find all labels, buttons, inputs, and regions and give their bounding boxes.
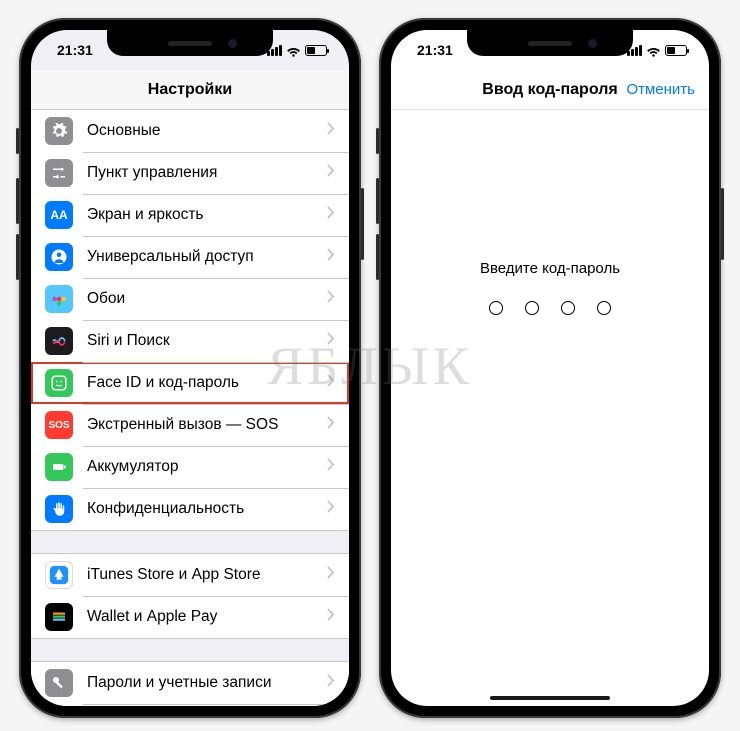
settings-row-itunes[interactable]: iTunes Store и App Store — [31, 554, 349, 596]
row-label: Siri и Поиск — [87, 332, 327, 350]
chevron-right-icon — [327, 374, 335, 392]
settings-row-control-center[interactable]: Пункт управления — [31, 152, 349, 194]
settings-row-faceid[interactable]: Face ID и код-пароль — [31, 362, 349, 404]
chevron-right-icon — [327, 566, 335, 584]
privacy-icon — [45, 495, 73, 523]
chevron-right-icon — [327, 122, 335, 140]
wallet-icon — [45, 603, 73, 631]
phone-left: 21:31 Настройки Основные Пункт управления… — [19, 18, 361, 718]
accounts-icon — [45, 669, 73, 697]
settings-row-battery[interactable]: Аккумулятор — [31, 446, 349, 488]
chevron-right-icon — [327, 500, 335, 518]
passcode-prompt: Введите код-пароль — [480, 260, 620, 277]
status-time: 21:31 — [417, 42, 453, 58]
settings-row-privacy[interactable]: Конфиденциальность — [31, 488, 349, 530]
settings-row-accounts[interactable]: Пароли и учетные записи — [31, 662, 349, 704]
chevron-right-icon — [327, 458, 335, 476]
passcode-dot — [489, 301, 503, 315]
passcode-dot — [525, 301, 539, 315]
passcode-dot — [561, 301, 575, 315]
row-label: Face ID и код-пароль — [87, 374, 327, 392]
passcode-area: Введите код-пароль — [391, 110, 709, 315]
display-icon: AA — [45, 201, 73, 229]
row-label: Основные — [87, 122, 327, 140]
settings-row-wallpaper[interactable]: Обои — [31, 278, 349, 320]
accessibility-icon — [45, 243, 73, 271]
row-label: Экстренный вызов — SOS — [87, 416, 327, 434]
general-icon — [45, 117, 73, 145]
settings-row-siri[interactable]: Siri и Поиск — [31, 320, 349, 362]
chevron-right-icon — [327, 674, 335, 692]
cancel-button[interactable]: Отменить — [626, 81, 695, 98]
faceid-icon — [45, 369, 73, 397]
row-label: Пароли и учетные записи — [87, 674, 327, 692]
row-label: iTunes Store и App Store — [87, 566, 327, 584]
battery-icon — [665, 45, 687, 56]
settings-list[interactable]: Основные Пункт управления AA Экран и яркост… — [31, 110, 349, 706]
row-label: Wallet и Apple Pay — [87, 608, 327, 626]
screen-settings: 21:31 Настройки Основные Пункт управления… — [31, 30, 349, 706]
passcode-dots — [489, 301, 611, 315]
navbar-settings: Настройки — [31, 70, 349, 110]
siri-icon — [45, 327, 73, 355]
settings-row-mail[interactable]: Почта — [31, 704, 349, 706]
screen-passcode: 21:31 Ввод код-пароля Отменить Введите к… — [391, 30, 709, 706]
status-time: 21:31 — [57, 42, 93, 58]
row-label: Аккумулятор — [87, 458, 327, 476]
row-label: Универсальный доступ — [87, 248, 327, 266]
chevron-right-icon — [327, 416, 335, 434]
chevron-right-icon — [327, 206, 335, 224]
chevron-right-icon — [327, 332, 335, 350]
chevron-right-icon — [327, 608, 335, 626]
home-indicator[interactable] — [490, 696, 610, 700]
chevron-right-icon — [327, 290, 335, 308]
chevron-right-icon — [327, 164, 335, 182]
settings-row-wallet[interactable]: Wallet и Apple Pay — [31, 596, 349, 638]
page-title: Настройки — [148, 81, 232, 99]
page-title: Ввод код-пароля — [482, 81, 617, 99]
settings-row-display[interactable]: AA Экран и яркость — [31, 194, 349, 236]
phone-right: 21:31 Ввод код-пароля Отменить Введите к… — [379, 18, 721, 718]
wallpaper-icon — [45, 285, 73, 313]
sos-icon: SOS — [45, 411, 73, 439]
row-label: Обои — [87, 290, 327, 308]
wifi-icon — [286, 43, 301, 58]
wifi-icon — [646, 43, 661, 58]
settings-row-general[interactable]: Основные — [31, 110, 349, 152]
itunes-icon — [45, 561, 73, 589]
row-label: Пункт управления — [87, 164, 327, 182]
row-label: Экран и яркость — [87, 206, 327, 224]
chevron-right-icon — [327, 248, 335, 266]
control-center-icon — [45, 159, 73, 187]
battery-icon — [305, 45, 327, 56]
settings-row-accessibility[interactable]: Универсальный доступ — [31, 236, 349, 278]
navbar-passcode: Ввод код-пароля Отменить — [391, 70, 709, 110]
settings-row-sos[interactable]: SOS Экстренный вызов — SOS — [31, 404, 349, 446]
passcode-dot — [597, 301, 611, 315]
battery-icon — [45, 453, 73, 481]
row-label: Конфиденциальность — [87, 500, 327, 518]
